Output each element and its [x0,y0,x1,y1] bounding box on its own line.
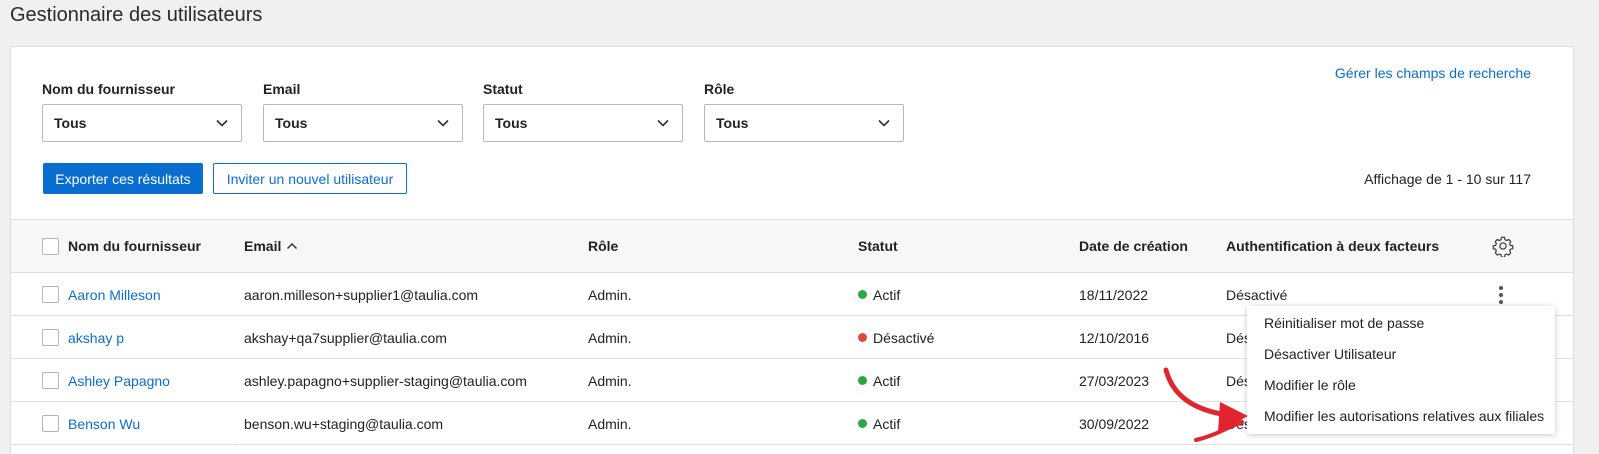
status-select[interactable]: Tous [483,104,683,142]
page-title: Gestionnaire des utilisateurs [10,4,263,26]
select-value: Tous [495,115,528,131]
supplier-name-link[interactable]: Benson Wu [68,402,140,445]
status-cell: Actif [858,402,900,445]
filter-label: Statut [483,81,523,97]
supplier-name-link[interactable]: Aaron Milleson [68,273,161,316]
menu-item-edit-role[interactable]: Modifier le rôle [1247,369,1555,400]
menu-item-deactivate-user[interactable]: Désactiver Utilisateur [1247,338,1555,369]
gear-icon [1492,236,1514,257]
email-cell: ashley.papagno+supplier-staging@taulia.c… [244,372,527,389]
select-all-checkbox[interactable] [42,237,59,255]
email-cell: benson.wu+staging@taulia.com [244,415,444,432]
header-name[interactable]: Nom du fournisseur [68,238,201,254]
role-cell: Admin. [588,286,632,303]
status-dot [858,419,867,428]
invite-user-button[interactable]: Inviter un nouvel utilisateur [213,163,407,194]
email-cell: akshay+qa7supplier@taulia.com [244,329,447,346]
supplier-name-select[interactable]: Tous [42,104,242,142]
select-value: Tous [54,115,87,131]
row-actions-menu: Réinitialiser mot de passe Désactiver Ut… [1247,306,1555,434]
select-all-cell [42,237,59,255]
status-dot [858,333,867,342]
supplier-name-link[interactable]: akshay p [68,316,124,359]
status-cell: Actif [858,359,900,402]
table-header: Nom du fournisseur Email Rôle Statut Dat… [11,220,1573,273]
filter-role: Rôle Tous [704,81,904,142]
results-count: Affichage de 1 - 10 sur 117 [1364,171,1531,187]
header-role[interactable]: Rôle [588,238,618,254]
filter-label: Email [263,81,301,97]
row-checkbox[interactable] [42,329,59,346]
status-dot [858,376,867,385]
created-cell: 12/10/2016 [1079,329,1150,346]
row-checkbox[interactable] [42,286,59,303]
email-cell: aaron.milleson+supplier1@taulia.com [244,286,479,303]
select-value: Tous [716,115,749,131]
annotation-arrow-icon [1163,367,1248,442]
status-dot [858,290,867,299]
status-label: Actif [873,415,901,432]
supplier-name-link[interactable]: Ashley Papagno [68,359,170,402]
chevron-down-icon [216,119,228,127]
header-email[interactable]: Email [244,238,299,254]
select-value: Tous [275,115,308,131]
header-status[interactable]: Statut [858,238,898,254]
header-created[interactable]: Date de création [1079,238,1188,254]
status-cell: Désactivé [858,316,934,359]
header-email-label: Email [244,238,282,254]
chevron-down-icon [878,119,890,127]
menu-item-reset-password[interactable]: Réinitialiser mot de passe [1247,307,1555,338]
filter-supplier-name: Nom du fournisseur Tous [42,81,242,142]
menu-item-edit-subsidiary-permissions[interactable]: Modifier les autorisations relatives aux… [1247,400,1555,431]
kebab-icon [1499,285,1503,304]
export-results-button[interactable]: Exporter ces résultats [43,163,203,194]
email-select[interactable]: Tous [263,104,463,142]
created-cell: 27/03/2023 [1079,372,1150,389]
created-cell: 18/11/2022 [1079,286,1149,303]
status-cell: Actif [858,273,900,316]
filter-label: Rôle [704,81,735,97]
status-label: Actif [873,372,901,389]
created-cell: 30/09/2022 [1079,415,1150,432]
chevron-down-icon [437,119,449,127]
role-cell: Admin. [588,372,632,389]
role-cell: Admin. [588,329,632,346]
column-settings[interactable] [1492,235,1514,257]
filter-email: Email Tous [263,81,463,142]
chevron-down-icon [657,119,669,127]
status-label: Désactivé [873,329,935,346]
row-checkbox[interactable] [42,372,59,389]
role-select[interactable]: Tous [704,104,904,142]
chevron-up-icon [287,242,298,250]
role-cell: Admin. [588,415,632,432]
row-checkbox[interactable] [42,415,59,432]
filter-status: Statut Tous [483,81,683,142]
header-twofa[interactable]: Authentification à deux facteurs [1226,238,1439,254]
manage-search-fields-link[interactable]: Gérer les champs de recherche [1335,65,1531,81]
status-label: Actif [873,286,901,303]
filter-label: Nom du fournisseur [42,81,176,97]
